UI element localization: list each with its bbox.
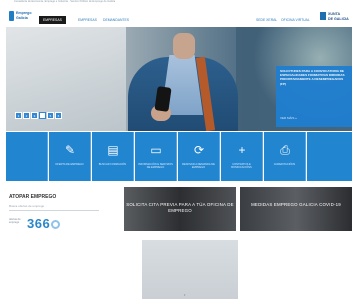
carousel-dot-2[interactable]: 2 xyxy=(23,112,30,119)
carousel-dot-6[interactable]: 6 xyxy=(55,112,62,119)
quick-access-tiles: ✎ OFERTA DE EMPREGO ▤ BUSCAR FORMACIÓN ▭… xyxy=(6,132,352,181)
tile-label: OFERTA DE EMPREGO xyxy=(55,163,84,166)
tile-acreditacions[interactable]: ⎙ ACREDITACIÓNS xyxy=(264,132,306,181)
document-icon: ▤ xyxy=(107,143,119,157)
top-strip: Consellería de Economía, Emprego e Indus… xyxy=(0,0,358,5)
promo-title: SOLICITUDES PARA A CONVOCATORIA DE ESPEC… xyxy=(280,69,345,86)
carousel-dot-4[interactable]: 4 xyxy=(39,112,46,119)
job-count-value: 366 xyxy=(27,216,51,231)
tile-label: RENOVAR A DEMANDA DE EMPREGO xyxy=(182,163,215,170)
logo-line1: Emprego xyxy=(16,11,32,15)
emprego-logo[interactable]: Emprego Galicia xyxy=(9,10,35,24)
promo-more-link[interactable]: VER MÁIS » xyxy=(280,116,297,120)
tile-contratos[interactable]: + CONTRATOS E BONIFICACIÓNS xyxy=(221,132,263,181)
scroll-indicator-icon: • xyxy=(184,292,186,297)
tile-label: CONTRATOS E BONIFICACIÓNS xyxy=(231,163,252,170)
banner-cita-previa-text: SOLICITA CITA PREVIA PARA A TÚA OFICINA … xyxy=(126,202,234,213)
plus-icon: + xyxy=(238,143,246,157)
tile-label: BUSCAR FORMACIÓN xyxy=(98,163,127,166)
tile-oferta-emprego[interactable]: ✎ OFERTA DE EMPREGO xyxy=(49,132,91,181)
refresh-icon: ⟳ xyxy=(193,143,205,157)
job-count-label: ofertas de emprego xyxy=(9,218,21,225)
person-card-icon: ⎙ xyxy=(280,143,290,157)
job-search-input[interactable]: Busca ofertas de emprego xyxy=(9,203,99,211)
carousel-dot-1[interactable]: 1 xyxy=(15,112,22,119)
tile-buscar-formacion[interactable]: ▤ BUSCAR FORMACIÓN xyxy=(92,132,134,181)
folder-icon: ▭ xyxy=(150,143,162,157)
tile-blank-right xyxy=(307,132,352,181)
xunta-badge-icon xyxy=(320,12,326,20)
nav-empresas-active[interactable]: EMPRESAS xyxy=(39,16,66,24)
nav-demandantes[interactable]: DEMANDANTES xyxy=(103,16,129,24)
banner-covid-medidas[interactable]: MEDIDAS EMPREGO GALICIA COVID-19 xyxy=(240,187,352,231)
xunta-logo[interactable]: XUNTA DE GALICIA xyxy=(320,12,350,26)
tile-label: INFORMACIÓN E SERVIZOS DE EMPREGO xyxy=(138,163,173,170)
pen-icon: ✎ xyxy=(64,143,76,157)
nav-sede-xeral[interactable]: SEDE XERAL xyxy=(256,16,277,24)
hero-promo-box[interactable]: SOLICITUDES PARA A CONVOCATORIA DE ESPEC… xyxy=(276,66,352,127)
xunta-line1: XUNTA xyxy=(328,12,341,16)
job-search-placeholder: Busca ofertas de emprego xyxy=(9,204,45,208)
atopar-emprego-title: ATOPAR EMPREGO xyxy=(9,194,57,200)
job-count[interactable]: 366 xyxy=(27,216,61,231)
nav-empresas[interactable]: EMPRESAS xyxy=(78,16,97,24)
site-header: Emprego Galicia EMPRESAS EMPRESAS DEMAND… xyxy=(0,6,358,28)
banner-covid-text: MEDIDAS EMPREGO GALICIA COVID-19 xyxy=(251,202,341,207)
xunta-line2: DE GALICIA xyxy=(328,17,349,21)
logo-line2: Galicia xyxy=(16,16,28,20)
top-strip-text: Consellería de Economía, Emprego e Indus… xyxy=(14,0,116,3)
banner-cita-previa[interactable]: SOLICITA CITA PREVIA PARA A TÚA OFICINA … xyxy=(124,187,236,231)
tile-renovar-demanda[interactable]: ⟳ RENOVAR A DEMANDA DE EMPREGO xyxy=(178,132,220,181)
bottom-media-block[interactable]: • xyxy=(142,240,238,299)
tile-label: ACREDITACIÓNS xyxy=(273,163,296,166)
count-ring-icon xyxy=(51,220,61,230)
logo-mark-icon xyxy=(9,11,14,21)
carousel-dot-3[interactable]: 3 xyxy=(31,112,38,119)
tile-blank-left xyxy=(6,132,48,181)
tile-informacion-servizos[interactable]: ▭ INFORMACIÓN E SERVIZOS DE EMPREGO xyxy=(135,132,177,181)
nav-oficina-virtual[interactable]: OFICINA VIRTUAL xyxy=(281,16,310,24)
hero-person-neck xyxy=(173,33,195,59)
carousel-dot-5[interactable]: 5 xyxy=(47,112,54,119)
